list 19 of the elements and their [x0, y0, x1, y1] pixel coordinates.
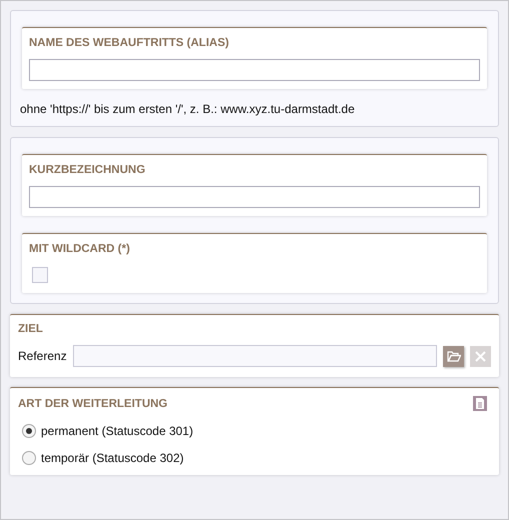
checkbox[interactable] — [32, 267, 48, 283]
document-icon[interactable] — [473, 396, 487, 411]
option-label: temporär (Statuscode 302) — [41, 451, 184, 465]
input-field[interactable] — [29, 59, 480, 81]
section-title: ART DER WEITERLEITUNG — [18, 398, 168, 410]
input-field[interactable] — [29, 186, 480, 208]
option-label: permanent (Statuscode 301) — [41, 424, 194, 438]
field-title: NAME DES WEBAUFTRITTS (ALIAS) — [29, 37, 230, 49]
hint-text: ohne 'https://' bis zum ersten '/', z. B.: www.xyz.tu-darmstadt.de — [20, 102, 356, 116]
radio-button[interactable] — [22, 451, 36, 465]
field-label: Referenz — [18, 349, 67, 363]
radio-button[interactable] — [22, 424, 36, 438]
field-title: MIT WILDCARD (*) — [29, 243, 131, 255]
reference-field[interactable] — [72, 345, 437, 367]
section-title: ZIEL — [18, 323, 44, 335]
folder-icon — [446, 350, 460, 362]
close-icon — [475, 350, 486, 362]
browse-button[interactable] — [443, 346, 464, 366]
field-title: KURZBEZEICHNUNG — [29, 164, 146, 176]
